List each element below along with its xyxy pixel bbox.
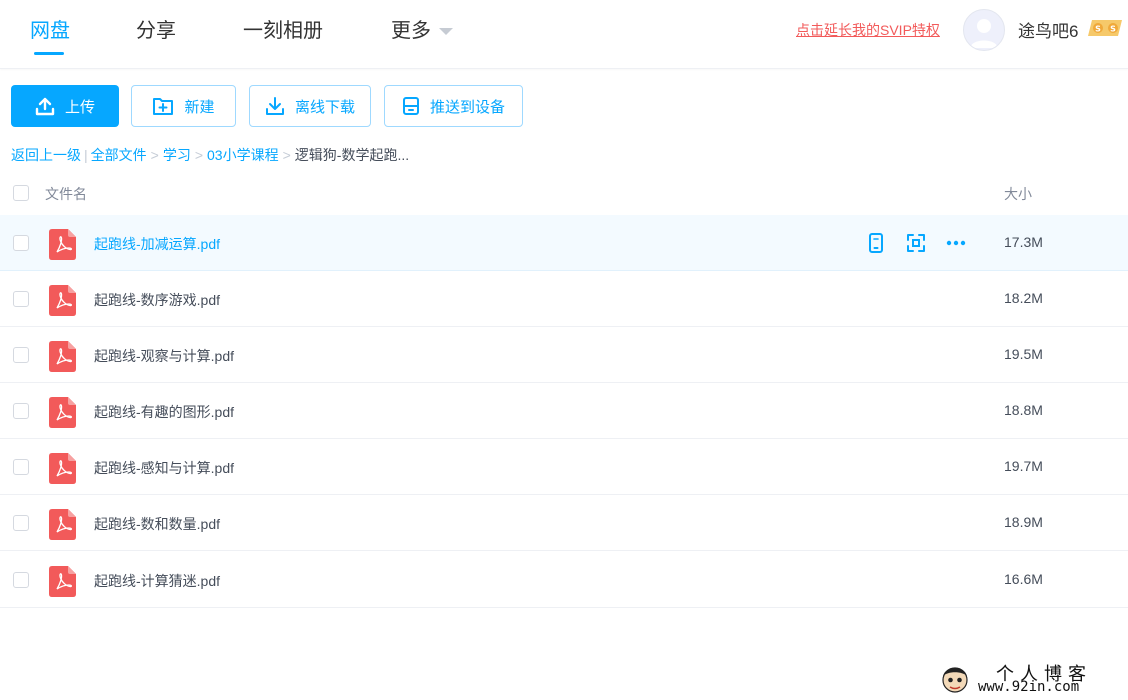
pdf-icon (49, 566, 76, 597)
file-name[interactable]: 起跑线-计算猜迷.pdf (94, 571, 220, 591)
breadcrumb-separator: > (282, 147, 291, 163)
upload-button[interactable]: 上传 (11, 85, 119, 127)
row-checkbox[interactable] (13, 347, 29, 363)
new-folder-icon (153, 98, 174, 115)
tab-more[interactable]: 更多 (391, 14, 453, 43)
tab-netdisk[interactable]: 网盘 (30, 14, 70, 55)
pdf-icon (49, 453, 76, 484)
breadcrumb-back[interactable]: 返回上一级 (11, 147, 81, 163)
file-name[interactable]: 起跑线-加减运算.pdf (94, 234, 220, 254)
push-to-device-label: 推送到设备 (429, 98, 505, 116)
file-name[interactable]: 起跑线-观察与计算.pdf (94, 346, 234, 366)
chevron-down-icon (439, 28, 453, 36)
file-size: 18.8M (1004, 402, 1043, 418)
breadcrumb-divider: | (84, 147, 88, 163)
share-icon[interactable] (905, 232, 927, 254)
push-to-device-button[interactable]: 推送到设备 (384, 85, 523, 127)
watermark-face-icon (942, 667, 968, 693)
new-label: 新建 (184, 98, 215, 116)
breadcrumb-separator: > (194, 147, 204, 163)
row-checkbox[interactable] (13, 515, 29, 531)
file-name[interactable]: 起跑线-有趣的图形.pdf (94, 402, 234, 422)
table-row[interactable]: 起跑线-计算猜迷.pdf 16.6M (0, 552, 1128, 608)
download-icon (265, 97, 284, 115)
file-size: 19.7M (1004, 458, 1043, 474)
file-name[interactable]: 起跑线-感知与计算.pdf (94, 458, 234, 478)
table-row[interactable]: 起跑线-加减运算.pdf 17.3M (0, 215, 1128, 271)
column-header-name[interactable]: 文件名 (45, 184, 87, 204)
file-size: 19.5M (1004, 346, 1043, 362)
pdf-icon (49, 397, 76, 428)
more-icon[interactable] (945, 232, 967, 254)
column-header-size[interactable]: 大小 (1004, 184, 1032, 204)
top-bar: 网盘 分享 一刻相册 更多 点击延长我的SVIP特权 途鸟吧6 S S (0, 0, 1128, 69)
row-checkbox[interactable] (13, 459, 29, 475)
tab-album[interactable]: 一刻相册 (243, 14, 323, 43)
table-row[interactable]: 起跑线-数和数量.pdf 18.9M (0, 495, 1128, 551)
breadcrumb-item[interactable]: 03小学课程 (207, 147, 279, 163)
row-checkbox[interactable] (13, 572, 29, 588)
file-list-header: 文件名 大小 (0, 170, 1128, 216)
row-checkbox[interactable] (13, 235, 29, 251)
pdf-icon (49, 229, 76, 260)
row-checkbox[interactable] (13, 403, 29, 419)
pdf-icon (49, 341, 76, 372)
file-size: 18.9M (1004, 514, 1043, 530)
breadcrumb-separator: > (150, 147, 159, 163)
file-size: 16.6M (1004, 571, 1043, 587)
username[interactable]: 途鸟吧6 (1018, 17, 1078, 42)
file-name[interactable]: 起跑线-数序游戏.pdf (94, 290, 220, 310)
file-name[interactable]: 起跑线-数和数量.pdf (94, 514, 220, 534)
upload-icon (35, 97, 55, 116)
row-checkbox[interactable] (13, 291, 29, 307)
offline-download-label: 离线下载 (294, 98, 355, 116)
svg-text:S: S (1095, 25, 1101, 34)
table-row[interactable]: 起跑线-数序游戏.pdf 18.2M (0, 271, 1128, 327)
svg-text:S: S (1110, 25, 1116, 34)
file-size: 17.3M (1004, 234, 1043, 250)
new-folder-button[interactable]: 新建 (131, 85, 236, 127)
phone-icon[interactable] (865, 232, 887, 254)
select-all-checkbox[interactable] (13, 185, 29, 201)
tab-more-label: 更多 (391, 20, 431, 42)
blog-watermark: 个人博客 www.92in.com (938, 660, 1128, 700)
file-size: 18.2M (1004, 290, 1043, 306)
table-row[interactable]: 起跑线-感知与计算.pdf 19.7M (0, 439, 1128, 495)
table-row[interactable]: 起跑线-有趣的图形.pdf 18.8M (0, 383, 1128, 439)
breadcrumb-all-files[interactable]: 全部文件 (91, 147, 147, 163)
tab-share[interactable]: 分享 (136, 14, 176, 43)
device-icon (402, 97, 419, 115)
breadcrumb-item[interactable]: 学习 (163, 147, 191, 163)
svip-coin-badge-icon[interactable]: S S (1086, 19, 1124, 37)
table-row[interactable]: 起跑线-观察与计算.pdf 19.5M (0, 327, 1128, 383)
offline-download-button[interactable]: 离线下载 (249, 85, 371, 127)
watermark-url: www.92in.com (978, 679, 1080, 695)
pdf-icon (49, 509, 76, 540)
pdf-icon (49, 285, 76, 316)
upload-label: 上传 (64, 98, 95, 116)
breadcrumb: 返回上一级 | 全部文件 > 学习 >03小学课程 > 逻辑狗-数学起跑... (11, 145, 409, 165)
svip-extend-link[interactable]: 点击延长我的SVIP特权 (796, 20, 940, 40)
avatar-icon[interactable] (963, 9, 1005, 51)
breadcrumb-current: 逻辑狗-数学起跑... (294, 147, 410, 163)
